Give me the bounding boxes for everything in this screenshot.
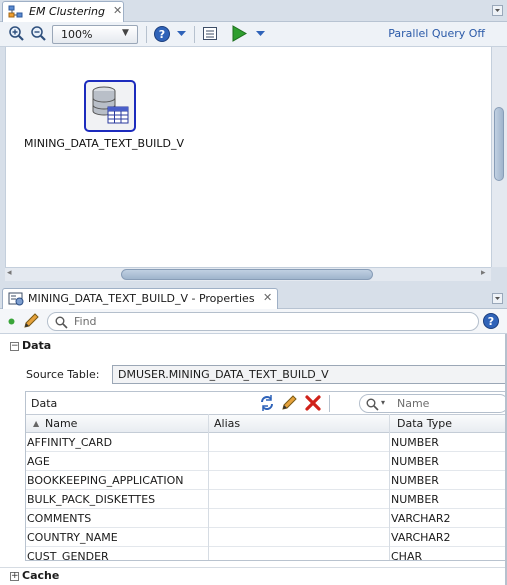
source-table-value: DMUSER.MINING_DATA_TEXT_BUILD_V	[118, 368, 329, 381]
panel-menu-icon[interactable]	[492, 5, 503, 16]
edit-pencil-icon[interactable]	[280, 394, 298, 412]
column-divider	[208, 414, 209, 560]
table-row[interactable]: AGE NUMBER	[26, 452, 506, 471]
zoom-value: 100%	[61, 28, 93, 41]
source-table-label: Source Table:	[26, 368, 100, 381]
close-icon[interactable]: ✕	[263, 291, 272, 304]
find-placeholder: Find	[74, 315, 97, 328]
find-input[interactable]: Find	[47, 312, 479, 331]
data-source-node[interactable]	[84, 80, 136, 132]
property-icon[interactable]	[202, 26, 219, 42]
expand-cache-icon[interactable]: +	[10, 572, 19, 581]
tab-properties[interactable]: MINING_DATA_TEXT_BUILD_V - Properties ✕	[2, 288, 278, 309]
run-icon[interactable]	[231, 25, 247, 42]
chevron-down-icon: ▼	[122, 28, 129, 38]
zoom-out-icon[interactable]	[30, 25, 48, 43]
chevron-down-icon[interactable]	[177, 31, 186, 37]
scrollbar-thumb[interactable]	[121, 269, 373, 280]
cell-data-type: VARCHAR2	[391, 531, 451, 544]
status-dot-icon	[8, 318, 15, 325]
scroll-right-icon[interactable]: ▸	[481, 268, 486, 278]
editor-tab-bar: EM Clustering ✕	[0, 0, 507, 22]
panel-menu-icon[interactable]	[492, 293, 503, 304]
table-row[interactable]: BULK_PACK_DISKETTES NUMBER	[26, 490, 506, 509]
data-columns-grid: Data ▾ Name ▲ Name Alias Data Type AFFIN…	[25, 391, 507, 561]
workflow-canvas[interactable]: MINING_DATA_TEXT_BUILD_V	[5, 47, 491, 267]
toolbar-separator	[194, 26, 195, 43]
column-header-name[interactable]: Name	[45, 417, 77, 430]
grid-title: Data	[31, 397, 58, 410]
data-source-table-icon	[92, 86, 129, 124]
cell-data-type: NUMBER	[391, 436, 439, 449]
scrollbar-thumb[interactable]	[494, 107, 504, 181]
node-label: MINING_DATA_TEXT_BUILD_V	[24, 137, 184, 150]
properties-tab-bar: MINING_DATA_TEXT_BUILD_V - Properties ✕	[0, 288, 507, 309]
diagram-icon	[8, 5, 23, 18]
cell-name: BOOKKEEPING_APPLICATION	[27, 474, 184, 487]
properties-icon	[8, 292, 24, 306]
table-row[interactable]: CUST_GENDER CHAR	[26, 547, 506, 561]
tab-title: MINING_DATA_TEXT_BUILD_V - Properties	[28, 292, 255, 305]
cell-data-type: NUMBER	[391, 455, 439, 468]
column-divider	[389, 414, 390, 560]
chevron-down-icon[interactable]	[256, 31, 265, 37]
close-icon[interactable]: ✕	[113, 4, 122, 17]
collapse-data-icon[interactable]: −	[10, 342, 19, 351]
data-section-heading[interactable]: Data	[22, 339, 51, 352]
cell-name: BULK_PACK_DISKETTES	[27, 493, 156, 506]
table-row[interactable]: AFFINITY_CARD NUMBER	[26, 433, 506, 452]
table-row[interactable]: COMMENTS VARCHAR2	[26, 509, 506, 528]
scroll-left-icon[interactable]: ◂	[7, 268, 12, 278]
delete-icon[interactable]	[304, 394, 322, 412]
chevron-down-icon[interactable]: ▾	[381, 398, 385, 407]
cell-name: COUNTRY_NAME	[27, 531, 118, 544]
sort-ascending-icon: ▲	[33, 419, 40, 428]
properties-toolbar: Find ?	[0, 309, 507, 334]
cell-name: AFFINITY_CARD	[27, 436, 113, 449]
zoom-dropdown[interactable]: 100% ▼	[52, 25, 138, 44]
column-header-data-type[interactable]: Data Type	[397, 417, 452, 430]
cache-section[interactable]: + Cache	[0, 567, 507, 585]
toolbar-separator	[146, 26, 147, 43]
scroll-corner	[491, 267, 507, 281]
zoom-in-icon[interactable]	[8, 25, 26, 43]
tab-em-clustering[interactable]: EM Clustering ✕	[2, 1, 124, 22]
svg-text:?: ?	[488, 315, 494, 328]
cell-data-type: VARCHAR2	[391, 512, 451, 525]
table-row[interactable]: COUNTRY_NAME VARCHAR2	[26, 528, 506, 547]
cell-name: AGE	[27, 455, 50, 468]
help-icon[interactable]: ?	[153, 25, 171, 43]
toolbar-separator	[329, 395, 330, 412]
help-icon[interactable]: ?	[482, 312, 500, 330]
cell-data-type: NUMBER	[391, 493, 439, 506]
grid-header: ▲ Name Alias Data Type	[26, 414, 506, 433]
refresh-icon[interactable]	[258, 394, 276, 412]
cell-name: CUST_GENDER	[27, 550, 109, 561]
table-row[interactable]: BOOKKEEPING_APPLICATION NUMBER	[26, 471, 506, 490]
search-icon	[366, 398, 379, 411]
cell-name: COMMENTS	[27, 512, 92, 525]
editor-toolbar: 100% ▼ ? Parallel Query Off	[0, 22, 507, 47]
svg-text:?: ?	[159, 28, 165, 41]
column-header-alias[interactable]: Alias	[214, 417, 240, 430]
canvas-vertical-scrollbar[interactable]	[491, 47, 507, 267]
source-table-field: DMUSER.MINING_DATA_TEXT_BUILD_V	[112, 365, 507, 384]
cell-data-type: CHAR	[391, 550, 423, 561]
edit-pencil-icon[interactable]	[22, 312, 40, 330]
name-filter-placeholder: Name	[397, 397, 430, 410]
cell-data-type: NUMBER	[391, 474, 439, 487]
tab-title: EM Clustering	[29, 5, 105, 18]
search-icon	[55, 316, 68, 329]
canvas-horizontal-scrollbar[interactable]: ◂ ▸	[5, 267, 491, 281]
parallel-query-link[interactable]: Parallel Query Off	[388, 27, 485, 40]
cache-section-heading[interactable]: Cache	[22, 569, 59, 582]
panel-divider[interactable]	[0, 281, 507, 288]
name-filter-input[interactable]: ▾ Name	[359, 394, 506, 413]
